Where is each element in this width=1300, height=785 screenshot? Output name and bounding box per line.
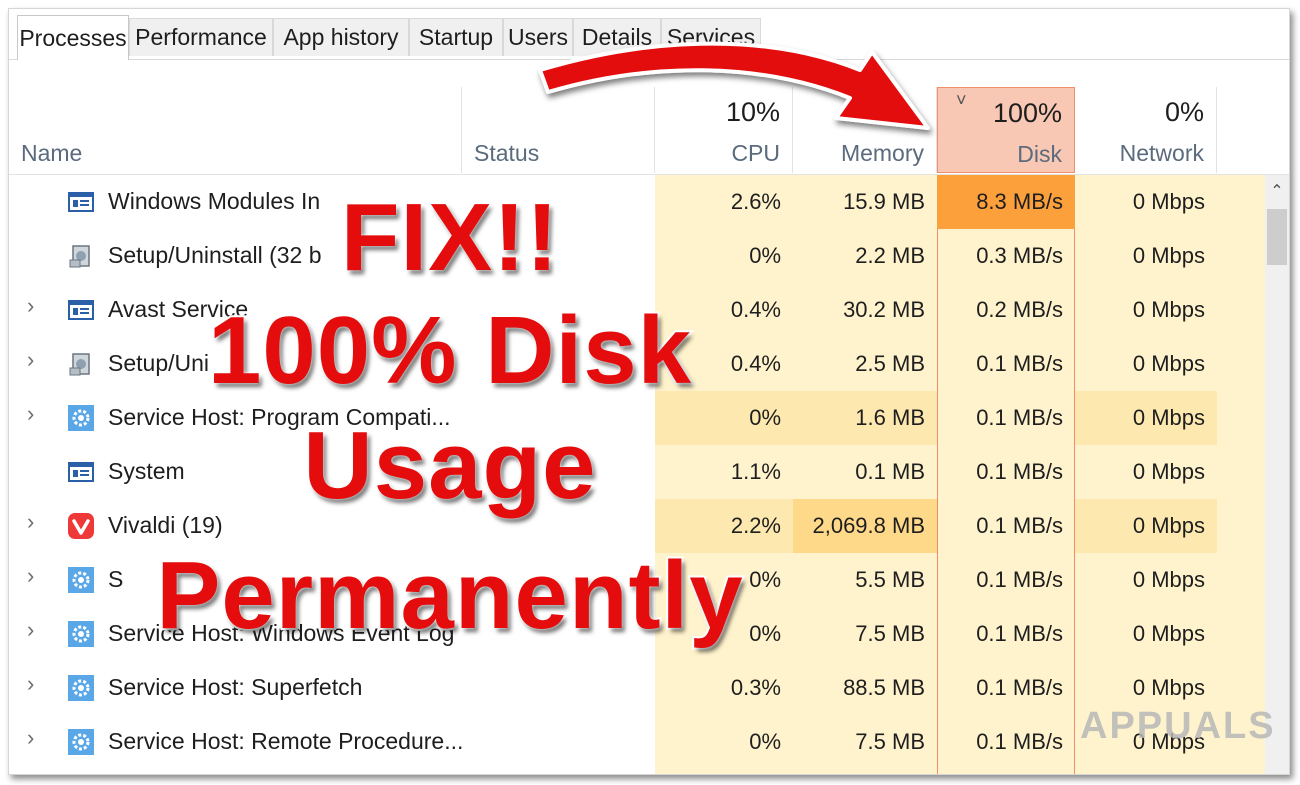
vivaldi-icon: [67, 512, 95, 540]
column-header-disk[interactable]: ˅ 100% Disk: [937, 87, 1075, 173]
process-memory: 7.5 MB: [855, 729, 925, 754]
column-header-network[interactable]: 0% Network: [1075, 87, 1217, 173]
tab-processes[interactable]: Processes: [17, 15, 129, 60]
overlay-title-line-4: Permanently: [154, 542, 744, 649]
process-memory: 88.5 MB: [843, 675, 925, 700]
tab-app-history[interactable]: App history: [273, 18, 409, 56]
process-disk: 0.1 MB/s: [976, 405, 1063, 430]
process-disk: 0.1 MB/s: [976, 675, 1063, 700]
process-network: 0 Mbps: [1075, 499, 1217, 553]
process-disk: 0.1 MB/s: [976, 459, 1063, 484]
appuals-watermark-logo: APPUALS: [1080, 705, 1276, 747]
tab-users[interactable]: Users: [503, 18, 573, 56]
process-network: 0 Mbps: [1132, 297, 1205, 322]
overlay-title-line-2: 100% Disk: [206, 297, 693, 404]
process-disk: 0.1 MB/s: [976, 567, 1063, 592]
process-name: Service Host: Superfetch: [108, 674, 363, 700]
process-network: 0 Mbps: [1132, 459, 1205, 484]
column-header-cpu[interactable]: 10% CPU: [655, 87, 793, 173]
process-disk: 0.3 MB/s: [976, 243, 1063, 268]
process-network: 0 Mbps: [1132, 351, 1205, 376]
column-label-cpu: CPU: [731, 140, 780, 166]
column-label-memory: Memory: [840, 140, 924, 166]
process-disk: 0.1 MB/s: [976, 729, 1063, 754]
process-disk: 0.2 MB/s: [976, 297, 1063, 322]
column-header-status[interactable]: Status: [461, 87, 655, 173]
column-label-disk: Disk: [1017, 141, 1062, 167]
tab-bar: Processes Performance App history Startu…: [9, 9, 1289, 60]
column-label-status: Status: [474, 140, 540, 166]
process-row[interactable]: › Service Host: Remote Procedure... 0% 7.5 …: [9, 715, 1265, 769]
scroll-up-arrow-icon[interactable]: ⌃: [1265, 181, 1289, 201]
tab-services[interactable]: Services: [661, 18, 761, 56]
cpu-total-percent: 10%: [725, 97, 780, 127]
process-network: 0 Mbps: [1132, 189, 1205, 214]
process-disk: 8.3 MB/s: [937, 175, 1075, 229]
process-network: 0 Mbps: [1132, 243, 1205, 268]
vertical-scrollbar[interactable]: ⌃: [1265, 175, 1289, 774]
process-cpu: 0%: [749, 729, 781, 754]
process-disk: 0.1 MB/s: [976, 513, 1063, 538]
tab-startup[interactable]: Startup: [409, 18, 503, 56]
column-header-memory[interactable]: Memory: [793, 87, 937, 173]
tab-performance[interactable]: Performance: [129, 18, 273, 56]
expand-chevron-icon[interactable]: ›: [27, 725, 34, 751]
column-label-name: Name: [21, 140, 83, 166]
process-disk: 0.1 MB/s: [976, 351, 1063, 376]
gear-service-icon: [67, 674, 95, 702]
process-disk: 0.1 MB/s: [976, 621, 1063, 646]
column-header-name[interactable]: Name: [9, 87, 461, 173]
process-name: Service Host: Remote Procedure...: [108, 728, 464, 754]
process-network: 0 Mbps: [1132, 621, 1205, 646]
overlay-title-line-3: Usage: [301, 412, 597, 519]
overlay-title-line-1: FIX!!: [339, 184, 560, 291]
process-name: Vivaldi (19): [108, 512, 223, 538]
sort-descending-icon: ˅: [956, 90, 967, 110]
scroll-thumb[interactable]: [1267, 209, 1287, 265]
expand-chevron-icon[interactable]: ›: [27, 671, 34, 697]
process-network: 0 Mbps: [1075, 391, 1217, 445]
tab-details[interactable]: Details: [573, 18, 661, 56]
process-row[interactable]: › Service Host: Superfetch 0.3% 88.5 MB 0.1 …: [9, 661, 1265, 715]
process-cpu: 0.3%: [730, 675, 781, 700]
gear-service-icon: [67, 728, 95, 756]
network-total-percent: 0%: [1164, 97, 1204, 127]
disk-total-percent: 100%: [992, 98, 1062, 128]
column-label-network: Network: [1119, 140, 1204, 166]
process-network: 0 Mbps: [1132, 567, 1205, 592]
